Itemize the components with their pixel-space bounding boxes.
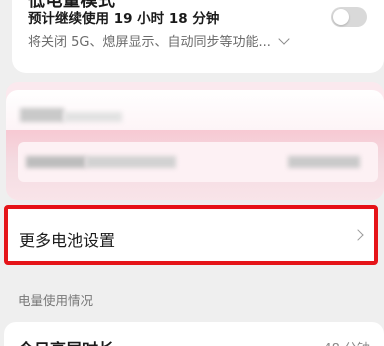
estimated-time-text: 预计继续使用 19 小时 18 分钟 [28,11,220,27]
power-saving-card: 低电量模式 预计继续使用 19 小时 18 分钟 将关闭 5G、熄屏显示、自动同… [12,0,384,73]
screen-time-label: 今日亮屏时长 [18,336,114,346]
screen-time-row[interactable]: 今日亮屏时长 48 分钟 [4,322,384,346]
redacted-row [18,142,378,182]
chevron-down-icon[interactable] [278,33,290,45]
chevron-right-icon [352,229,364,241]
redacted-header [6,90,384,134]
toggle-knob [333,9,349,25]
power-saving-description[interactable]: 将关闭 5G、熄屏显示、自动同步等功能... [28,31,290,50]
power-saving-toggle[interactable] [331,7,367,27]
redacted-highlight-strip [6,130,384,200]
more-battery-settings-label: 更多电池设置 [19,231,116,250]
more-battery-settings-row[interactable]: 更多电池设置 [4,205,378,265]
redacted-block [64,112,122,122]
redacted-block [20,108,64,122]
usage-section-title: 电量使用情况 [18,293,94,308]
redacted-block [86,156,176,168]
redacted-block [26,156,86,168]
redacted-block [288,156,360,168]
redacted-battery-card [6,82,384,200]
screen-time-value: 48 分钟 [323,338,370,346]
power-saving-description-text: 将关闭 5G、熄屏显示、自动同步等功能... [28,35,271,50]
